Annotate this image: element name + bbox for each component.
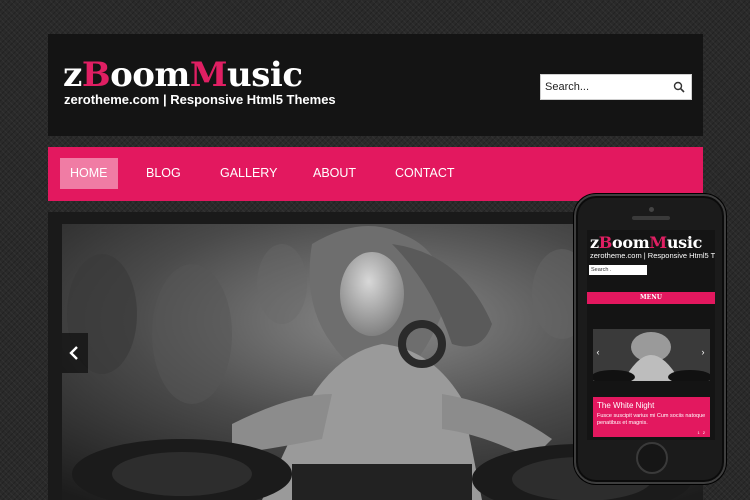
- search-icon[interactable]: [673, 81, 685, 93]
- site-tagline: zerotheme.com | Responsive Html5 Themes: [64, 92, 336, 107]
- nav-item-home[interactable]: HOME: [60, 158, 118, 189]
- mobile-card-title: The White Night: [597, 401, 655, 410]
- nav-item-blog[interactable]: BLOG: [136, 158, 191, 189]
- mobile-slider-image: [593, 329, 710, 381]
- mobile-search-input: Search .: [589, 265, 647, 275]
- phone-screen: zBoomMusic zerotheme.com | Responsive Ht…: [587, 230, 715, 440]
- mobile-logo: zBoomMusic: [590, 233, 703, 252]
- site-header: zBoomMusic zerotheme.com | Responsive Ht…: [48, 34, 703, 136]
- mobile-tagline: zerotheme.com | Responsive Html5 Themes: [590, 251, 715, 260]
- nav-item-about[interactable]: ABOUT: [303, 158, 366, 189]
- mobile-slider-next: ›: [701, 347, 705, 357]
- phone-camera: [649, 207, 654, 212]
- chevron-left-icon: [69, 346, 78, 360]
- phone-home-button: [636, 442, 668, 474]
- mobile-card-text: Fusce suscipit varius mi Cum sociis nato…: [597, 413, 706, 426]
- nav-item-gallery[interactable]: GALLERY: [210, 158, 287, 189]
- nav-item-contact[interactable]: CONTACT: [385, 158, 465, 189]
- mobile-slider-prev: ‹: [596, 347, 600, 357]
- mobile-slide-card: The White Night Fusce suscipit varius mi…: [593, 397, 710, 437]
- main-nav: HOME BLOG GALLERY ABOUT CONTACT: [48, 147, 703, 201]
- mobile-card-dots: 1 2: [697, 430, 706, 435]
- site-logo[interactable]: zBoomMusic: [63, 58, 303, 92]
- phone-speaker: [632, 216, 670, 220]
- search-box: [540, 74, 692, 100]
- search-input[interactable]: [541, 75, 671, 99]
- slider-prev-button[interactable]: [62, 333, 88, 373]
- mobile-menu-bar: MENU: [587, 292, 715, 304]
